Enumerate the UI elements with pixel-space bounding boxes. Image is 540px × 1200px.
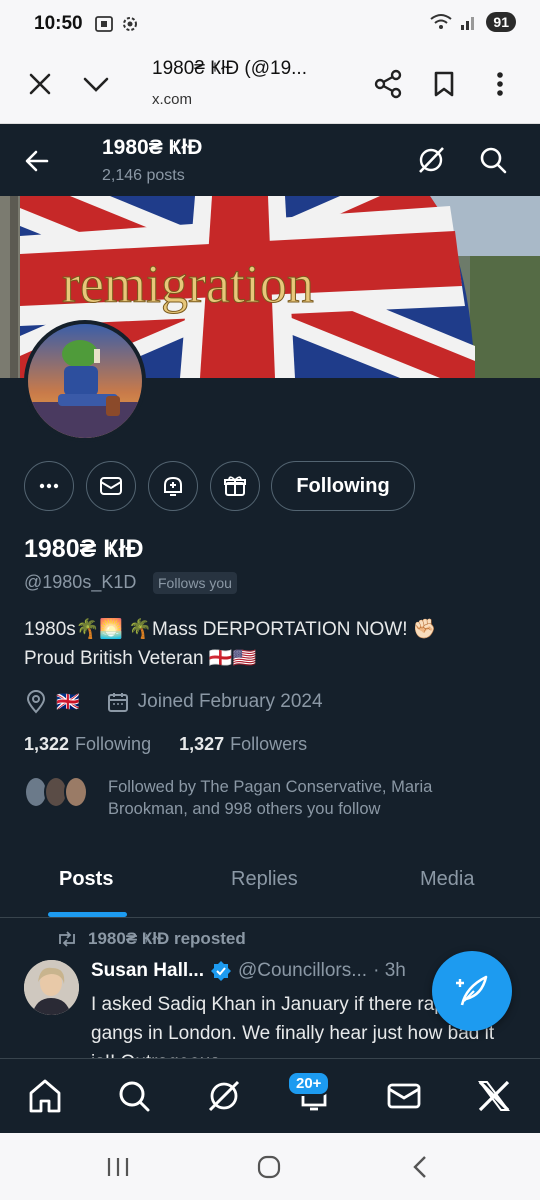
tab-posts[interactable]: Posts [59,868,113,891]
notifications-badge: 20+ [287,1071,331,1096]
signal-icon [461,17,475,30]
tab-media[interactable]: Media [420,868,474,891]
compose-feather-icon [456,975,488,1006]
bottom-navigation: 20+ [0,1058,540,1133]
followed-by-row[interactable]: Followed by The Pagan Conservative, Mari… [24,776,514,826]
gift-icon [224,476,246,496]
followers-label: Followers [230,734,308,754]
back-button-icon[interactable] [408,1154,432,1180]
profile-stats: 1,322 Following 1,327 Followers [24,734,307,755]
search-icon[interactable] [477,144,509,176]
wifi-icon [430,14,453,29]
location-pin-icon [26,690,46,714]
post-header: Susan Hall... @Councillors... · 3h [91,960,406,982]
bio-line-2: Proud British Veteran 🏴󠁧󠁢󠁥󠁮󠁧󠁿🇺🇸 [24,648,257,669]
browser-toolbar: 1980₴ ҜłĐ (@19... x.com [0,46,540,124]
gift-button[interactable] [210,461,260,511]
status-time: 10:50 [34,13,83,34]
profile-bio: 1980s🌴🌅 🌴Mass DERPORTATION NOW! ✊🏻 Proud… [24,615,504,673]
explore-search-icon[interactable] [115,1077,153,1115]
grok-icon[interactable] [415,144,447,176]
profile-location: 🇬🇧 [56,692,80,713]
followed-by-text: Followed by The Pagan Conservative, Mari… [108,778,433,818]
messages-mail-icon[interactable] [385,1077,423,1115]
browser-page-title: 1980₴ ҜłĐ (@19... [152,58,307,79]
repost-icon [59,931,75,947]
x-logo-icon[interactable] [475,1077,513,1115]
notify-button[interactable] [148,461,198,511]
status-bar: 10:50 91 [0,0,540,46]
header-name: 1980₴ ҜłĐ [102,136,203,159]
home-icon[interactable] [26,1077,64,1115]
mail-icon [100,477,122,495]
profile-header-bar: 1980₴ ҜłĐ 2,146 posts [0,124,540,196]
post-author-name[interactable]: Susan Hall... [91,960,204,982]
banner-text: remigration [62,254,314,314]
profile-joined-date: Joined February 2024 [137,691,323,712]
follower-avatar [64,776,88,808]
settings-gear-icon [123,17,137,31]
tab-active-indicator [48,912,127,917]
grok-nav-icon[interactable] [205,1077,243,1115]
profile-display-name: 1980₴ ҜłĐ [24,535,144,563]
profile-avatar[interactable] [24,320,146,442]
post-time: · 3h [373,960,406,981]
more-options-button[interactable] [24,461,74,511]
following-stat[interactable]: 1,322 Following [24,734,151,755]
status-icons [94,14,140,34]
chevron-down-icon[interactable] [80,68,112,100]
home-button-icon[interactable] [256,1154,282,1180]
follows-you-badge: Follows you [153,572,237,594]
followers-stat[interactable]: 1,327 Followers [179,734,307,755]
following-button[interactable]: Following [271,461,415,511]
more-vertical-icon[interactable] [484,68,516,100]
message-button[interactable] [86,461,136,511]
verified-badge-icon [210,961,231,981]
recent-apps-icon[interactable] [104,1155,132,1179]
more-horizontal-icon [39,483,59,489]
following-count: 1,322 [24,734,70,754]
calendar-icon [107,693,128,712]
repost-indicator: 1980₴ ҜłĐ reposted [56,929,246,949]
system-navigation-bar [0,1133,540,1200]
post-author-avatar[interactable] [24,960,79,1015]
battery-indicator: 91 [486,12,516,32]
profile-handle: @1980s_K1D [24,572,137,592]
bio-line-1: 1980s🌴🌅 🌴Mass DERPORTATION NOW! ✊🏻 [24,619,437,640]
bell-plus-icon [164,476,182,496]
compose-button[interactable] [432,951,512,1031]
repost-label[interactable]: 1980₴ ҜłĐ reposted [88,929,246,949]
post-author-handle[interactable]: @Councillors... [238,960,367,982]
header-posts-count: 2,146 posts [102,167,185,184]
tab-replies[interactable]: Replies [231,868,298,891]
back-arrow-icon[interactable] [22,146,52,176]
browser-url[interactable]: x.com [152,91,192,108]
profile-tabs: Posts Replies Media [0,848,540,918]
followers-count: 1,327 [179,734,225,754]
status-right: 91 [430,12,516,32]
bookmark-icon[interactable] [428,68,460,100]
share-icon[interactable] [372,68,404,100]
following-label: Following [75,734,152,754]
close-icon[interactable] [24,68,56,100]
profile-meta: 🇬🇧 Joined February 2024 [24,688,323,716]
screenshot-icon [95,16,113,32]
